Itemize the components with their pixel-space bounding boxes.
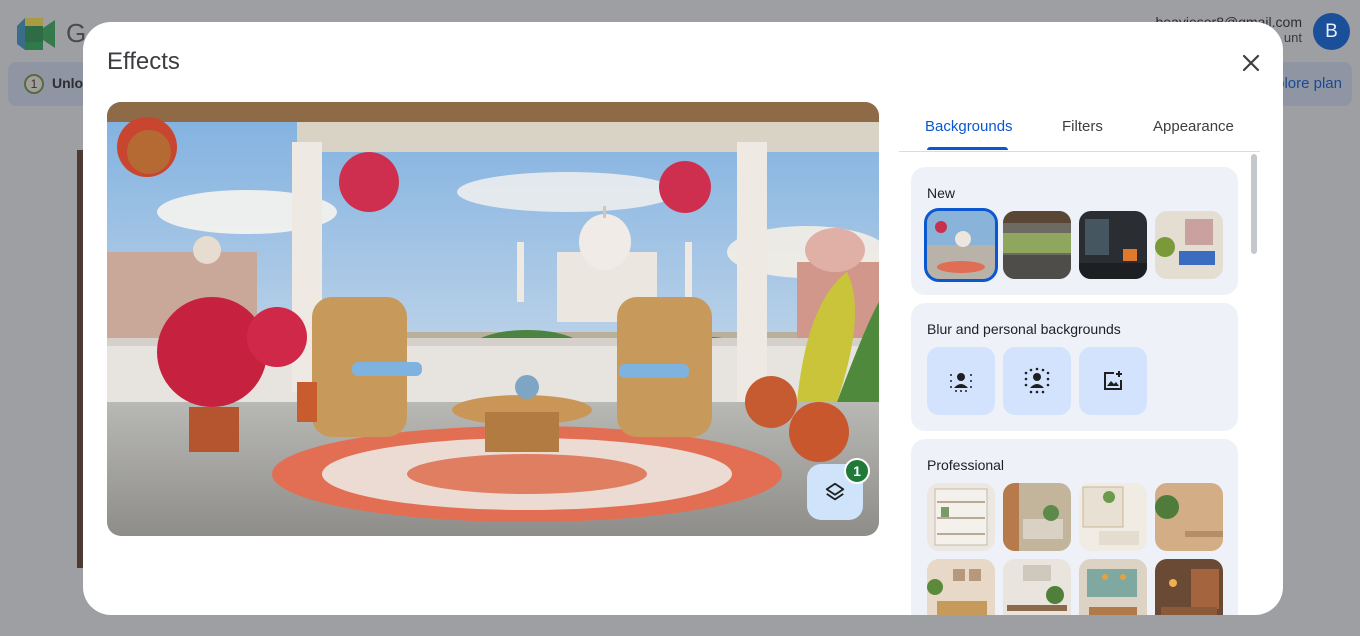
dialog-title: Effects [107,48,180,75]
layers-icon [825,482,845,501]
layers-count-badge: 1 [844,458,870,484]
background-thumb-wood-slats[interactable] [1003,483,1071,551]
blur-icon [1024,367,1050,394]
background-thumb-desk-plant[interactable] [1003,559,1071,615]
background-thumb-taj-mahal[interactable] [924,208,998,282]
background-preview [107,102,879,536]
tab-backgrounds[interactable]: Backgrounds [925,118,1013,135]
blur-button[interactable] [1003,347,1071,415]
add-image-button[interactable] [1079,347,1147,415]
meet-logo-icon [17,18,57,50]
close-icon [1242,54,1260,72]
slight-blur-icon [950,373,972,392]
backgrounds-panel[interactable]: New Blur and personal backgrounds Profes… [899,152,1260,615]
tab-filters[interactable]: Filters [1062,118,1103,135]
explore-plan-link[interactable]: plore plan [1276,75,1342,92]
background-thumb-brick-room[interactable] [1155,559,1223,615]
banner-text: Unlo [52,75,84,91]
panel-scrollbar[interactable] [1251,154,1257,254]
section-blur-title: Blur and personal backgrounds [927,321,1121,337]
section-professional: Professional [911,439,1238,615]
section-new-title: New [927,185,956,201]
section-blur: Blur and personal backgrounds [911,303,1238,431]
tab-appearance[interactable]: Appearance [1153,118,1234,135]
background-thumb-framed-art[interactable] [927,559,995,615]
add-image-icon [1104,371,1122,390]
effects-dialog: Effects 1 Backgrounds Filters Appearance… [83,22,1283,615]
background-thumb-wood-wall[interactable] [1155,483,1223,551]
close-button[interactable] [1237,49,1265,77]
section-new: New [911,167,1238,295]
tab-active-indicator [927,147,1008,150]
background-thumb-glass-room[interactable] [1079,211,1147,279]
background-thumb-living-room[interactable] [1155,211,1223,279]
slight-blur-button[interactable] [927,347,995,415]
avatar[interactable]: B [1313,13,1350,50]
banner-icon: 1 [24,74,44,94]
effects-tabs: Backgrounds Filters Appearance [899,106,1260,152]
background-thumb-shelves-plants[interactable] [1079,483,1147,551]
background-thumb-lounge-lamps[interactable] [1079,559,1147,615]
background-thumb-bookshelf[interactable] [927,483,995,551]
background-thumb-pergola[interactable] [1003,211,1071,279]
section-professional-title: Professional [927,457,1005,473]
